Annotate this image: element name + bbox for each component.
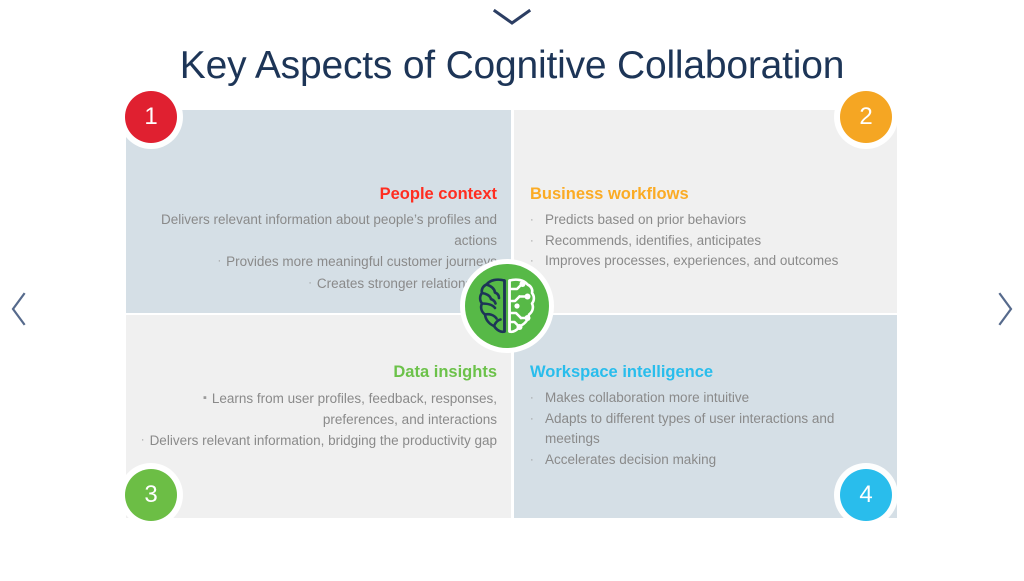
- next-slide-arrow[interactable]: [988, 289, 1022, 329]
- bullet-dot-icon: ·: [530, 453, 534, 466]
- badge-3-label: 3: [144, 481, 158, 508]
- list-item: Delivers relevant information about peop…: [140, 210, 497, 251]
- quadrant-2-heading: Business workflows: [530, 185, 689, 203]
- quadrant-2-bullet-list: · Predicts based on prior behaviors · Reco…: [530, 210, 883, 272]
- list-item: · Creates stronger relationships: [140, 273, 497, 295]
- quadrant-1-heading: People context: [379, 185, 497, 203]
- chevron-down-icon[interactable]: [0, 4, 1024, 30]
- quadrant-4-bullet-2: Accelerates decision making: [545, 451, 717, 467]
- list-item: · Accelerates decision making: [530, 450, 883, 471]
- list-item: · Predicts based on prior behaviors: [530, 210, 883, 231]
- bullet-dot-icon: ·: [530, 234, 534, 247]
- list-item: · Provides more meaningful customer journ…: [140, 251, 497, 273]
- badge-number-3[interactable]: 3: [125, 469, 177, 521]
- quadrant-4-bullet-1: Adapts to different types of user intera…: [545, 410, 835, 447]
- quadrant-4-bullet-list: · Makes collaboration more intuitive · Ada…: [530, 388, 883, 470]
- quadrant-people-context[interactable]: People context Delivers relevant informa…: [126, 110, 511, 313]
- quadrant-2-bullet-1: Recommends, identifies, anticipates: [545, 232, 762, 248]
- badge-4-label: 4: [859, 481, 873, 508]
- list-item: · Recommends, identifies, anticipates: [530, 231, 883, 252]
- quadrant-business-workflows[interactable]: Business workflows · Predicts based on pr…: [514, 110, 897, 313]
- list-item: ▪ Learns from user profiles, feedback, re…: [140, 388, 497, 430]
- list-item: · Adapts to different types of user inter…: [530, 409, 883, 450]
- quadrant-3-bullet-list: ▪ Learns from user profiles, feedback, re…: [140, 388, 497, 452]
- brain-icon-disc: [465, 264, 549, 348]
- quadrant-4-bullet-0: Makes collaboration more intuitive: [545, 390, 750, 405]
- badge-2-label: 2: [859, 103, 873, 130]
- quadrant-1-bullet-list: Delivers relevant information about peop…: [140, 210, 497, 294]
- badge-number-4[interactable]: 4: [840, 469, 892, 521]
- quadrant-3-bullet-0: Learns from user profiles, feedback, res…: [211, 391, 497, 427]
- quadrant-1-bullet-0: Delivers relevant information about peop…: [161, 212, 497, 248]
- quadrant-2-bullet-2: Improves processes, experiences, and out…: [545, 253, 839, 268]
- bullet-dot-icon: ·: [217, 255, 222, 267]
- quadrant-3-heading: Data insights: [393, 363, 497, 381]
- quadrant-1-bullet-1: Provides more meaningful customer journe…: [226, 254, 497, 269]
- bullet-dot-icon: ·: [530, 214, 534, 226]
- list-item: · Makes collaboration more intuitive: [530, 388, 883, 409]
- list-item: · Improves processes, experiences, and ou…: [530, 251, 883, 272]
- bullet-square-icon: ▪: [202, 392, 207, 404]
- bullet-dot-icon: ·: [140, 434, 145, 446]
- quadrant-3-bullet-1: Delivers relevant information, bridging …: [149, 433, 497, 448]
- brain-circuit-icon: [460, 259, 554, 353]
- previous-slide-arrow[interactable]: [2, 289, 36, 329]
- list-item: · Delivers relevant information, bridging…: [140, 430, 497, 452]
- quadrant-2-bullet-0: Predicts based on prior behaviors: [545, 212, 747, 227]
- bullet-dot-icon: ·: [530, 392, 534, 404]
- badge-number-1[interactable]: 1: [125, 91, 177, 143]
- quadrant-4-heading: Workspace intelligence: [530, 363, 714, 381]
- bullet-dot-icon: ·: [308, 276, 312, 289]
- quadrant-data-insights[interactable]: Data insights ▪ Learns from user profiles…: [126, 315, 511, 518]
- page-title: Key Aspects of Cognitive Collaboration: [179, 44, 845, 87]
- badge-1-label: 1: [144, 103, 158, 130]
- badge-number-2[interactable]: 2: [840, 91, 892, 143]
- bullet-dot-icon: ·: [530, 412, 534, 425]
- quadrant-workspace-intelligence[interactable]: Workspace intelligence · Makes collaborat…: [514, 315, 897, 518]
